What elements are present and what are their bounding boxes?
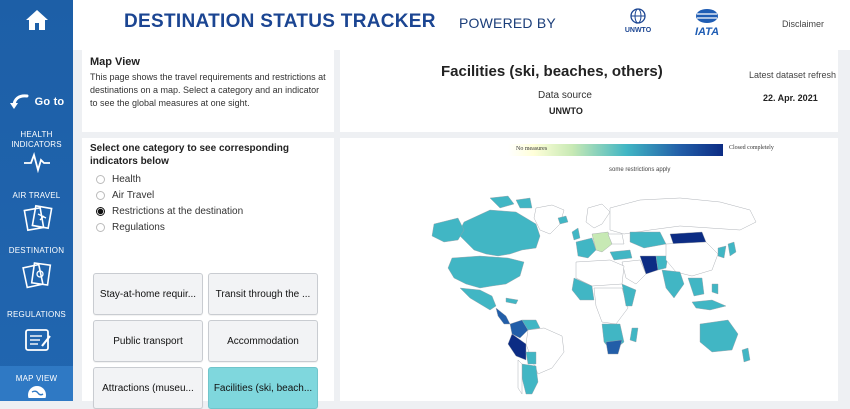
country-south-africa (605, 339, 623, 355)
goto-label: Go to (34, 96, 65, 108)
unwto-logo: UNWTO (621, 8, 655, 34)
country-uk (571, 227, 581, 241)
radio-button[interactable] (96, 175, 105, 184)
country-peru (507, 333, 527, 361)
country-chile-argentina (521, 363, 539, 395)
sidebar-item-health[interactable]: HEALTH INDICATORS (0, 130, 73, 175)
radio-button-selected[interactable] (96, 207, 105, 216)
country-madagascar (629, 327, 639, 343)
map-panel: No measures Closed completely some restr… (340, 138, 838, 401)
country-kazakhstan (629, 231, 667, 249)
indicator-accommodation-button[interactable]: Accommodation (208, 320, 318, 362)
indicator-attractions-button[interactable]: Attractions (museu... (93, 367, 203, 409)
radio-button[interactable] (96, 191, 105, 200)
country-usa (447, 255, 525, 289)
country-korea-japan (717, 241, 737, 259)
info-panel: Facilities (ski, beaches, others) Data s… (340, 50, 838, 132)
country-canada (457, 209, 541, 257)
indicator-transit-button[interactable]: Transit through the ... (208, 273, 318, 315)
data-source-value: UNWTO (549, 106, 583, 116)
powered-by-label: POWERED BY (459, 15, 556, 31)
indicator-public-transport-button[interactable]: Public transport (93, 320, 203, 362)
central-africa (593, 287, 629, 325)
passport-icon (22, 204, 53, 232)
radio-health[interactable]: Health (96, 174, 141, 185)
southeast-asia (687, 277, 705, 297)
map-view-description: This page shows the travel requirements … (90, 72, 326, 108)
facility-title: Facilities (ski, beaches, others) (441, 63, 663, 80)
sidebar-item-map-view[interactable]: MAP VIEW (0, 366, 73, 404)
radio-label: Regulations (112, 222, 165, 233)
country-chile (517, 359, 523, 395)
radio-label: Restrictions at the destination (112, 206, 244, 217)
sidebar-item-destination[interactable]: DESTINATION (0, 246, 73, 292)
country-russia (609, 197, 757, 235)
country-new-zealand (741, 347, 751, 363)
sidebar-item-regulations[interactable]: REGULATIONS (0, 310, 73, 356)
data-source-label: Data source (538, 90, 592, 101)
sidebar-item-label: HEALTH INDICATORS (11, 130, 62, 149)
country-alaska (431, 217, 465, 243)
home-icon (25, 10, 48, 30)
europe-west (575, 237, 597, 259)
sidebar-item-label: AIR TRAVEL (12, 191, 61, 200)
central-america (495, 307, 511, 325)
refresh-date: 22. Apr. 2021 (763, 93, 818, 103)
sidebar-item-label: MAP VIEW (15, 374, 58, 383)
back-arrow-icon (9, 94, 29, 109)
sidebar: Go to HEALTH INDICATORS AIR TRAVEL DESTI… (0, 0, 73, 404)
unwto-globe-icon (630, 8, 646, 24)
home-button[interactable] (0, 8, 73, 34)
globe-icon (27, 386, 46, 404)
radio-button[interactable] (96, 223, 105, 232)
disclaimer-link[interactable]: Disclaimer (782, 19, 824, 29)
country-mexico (459, 287, 497, 311)
destination-passport-icon (21, 262, 51, 289)
indicator-stay-at-home-button[interactable]: Stay-at-home requir... (93, 273, 203, 315)
caribbean (505, 297, 519, 305)
country-indonesia (691, 299, 727, 311)
top-bar: DESTINATION STATUS TRACKER POWERED BY UN… (73, 0, 850, 50)
iata-globe-icon (696, 9, 718, 23)
map-view-heading: Map View (90, 56, 140, 68)
radio-label: Air Travel (112, 190, 155, 201)
heartbeat-icon (23, 152, 50, 174)
world-map (431, 195, 757, 395)
country-philippines (711, 283, 719, 295)
country-turkey (609, 249, 633, 261)
radio-restrictions[interactable]: Restrictions at the destination (96, 206, 243, 217)
refresh-label: Latest dataset refresh (749, 70, 837, 80)
document-edit-icon (24, 329, 51, 351)
unwto-logo-text: UNWTO (624, 27, 652, 34)
radio-regulations[interactable]: Regulations (96, 222, 165, 233)
sidebar-item-air-travel[interactable]: AIR TRAVEL (0, 191, 73, 234)
radio-air-travel[interactable]: Air Travel (96, 190, 154, 201)
country-india (661, 269, 685, 299)
iata-logo-text: IATA (694, 26, 720, 38)
radio-label: Health (112, 174, 141, 185)
country-australia (699, 319, 739, 353)
indicator-facilities-button[interactable]: Facilities (ski, beach... (208, 367, 318, 409)
country-scandinavia (585, 203, 611, 229)
canada-islands (489, 195, 533, 209)
goto-row: Go to (0, 92, 73, 112)
country-bolivia (525, 351, 537, 365)
country-china (665, 241, 719, 277)
sidebar-item-label: REGULATIONS (7, 310, 66, 319)
iata-logo: IATA (685, 8, 729, 38)
map-view-panel: Map View This page shows the travel requ… (82, 50, 334, 132)
sidebar-item-label: DESTINATION (8, 246, 65, 255)
page-title: DESTINATION STATUS TRACKER (124, 11, 436, 32)
category-prompt: Select one category to see corresponding… (90, 143, 289, 167)
